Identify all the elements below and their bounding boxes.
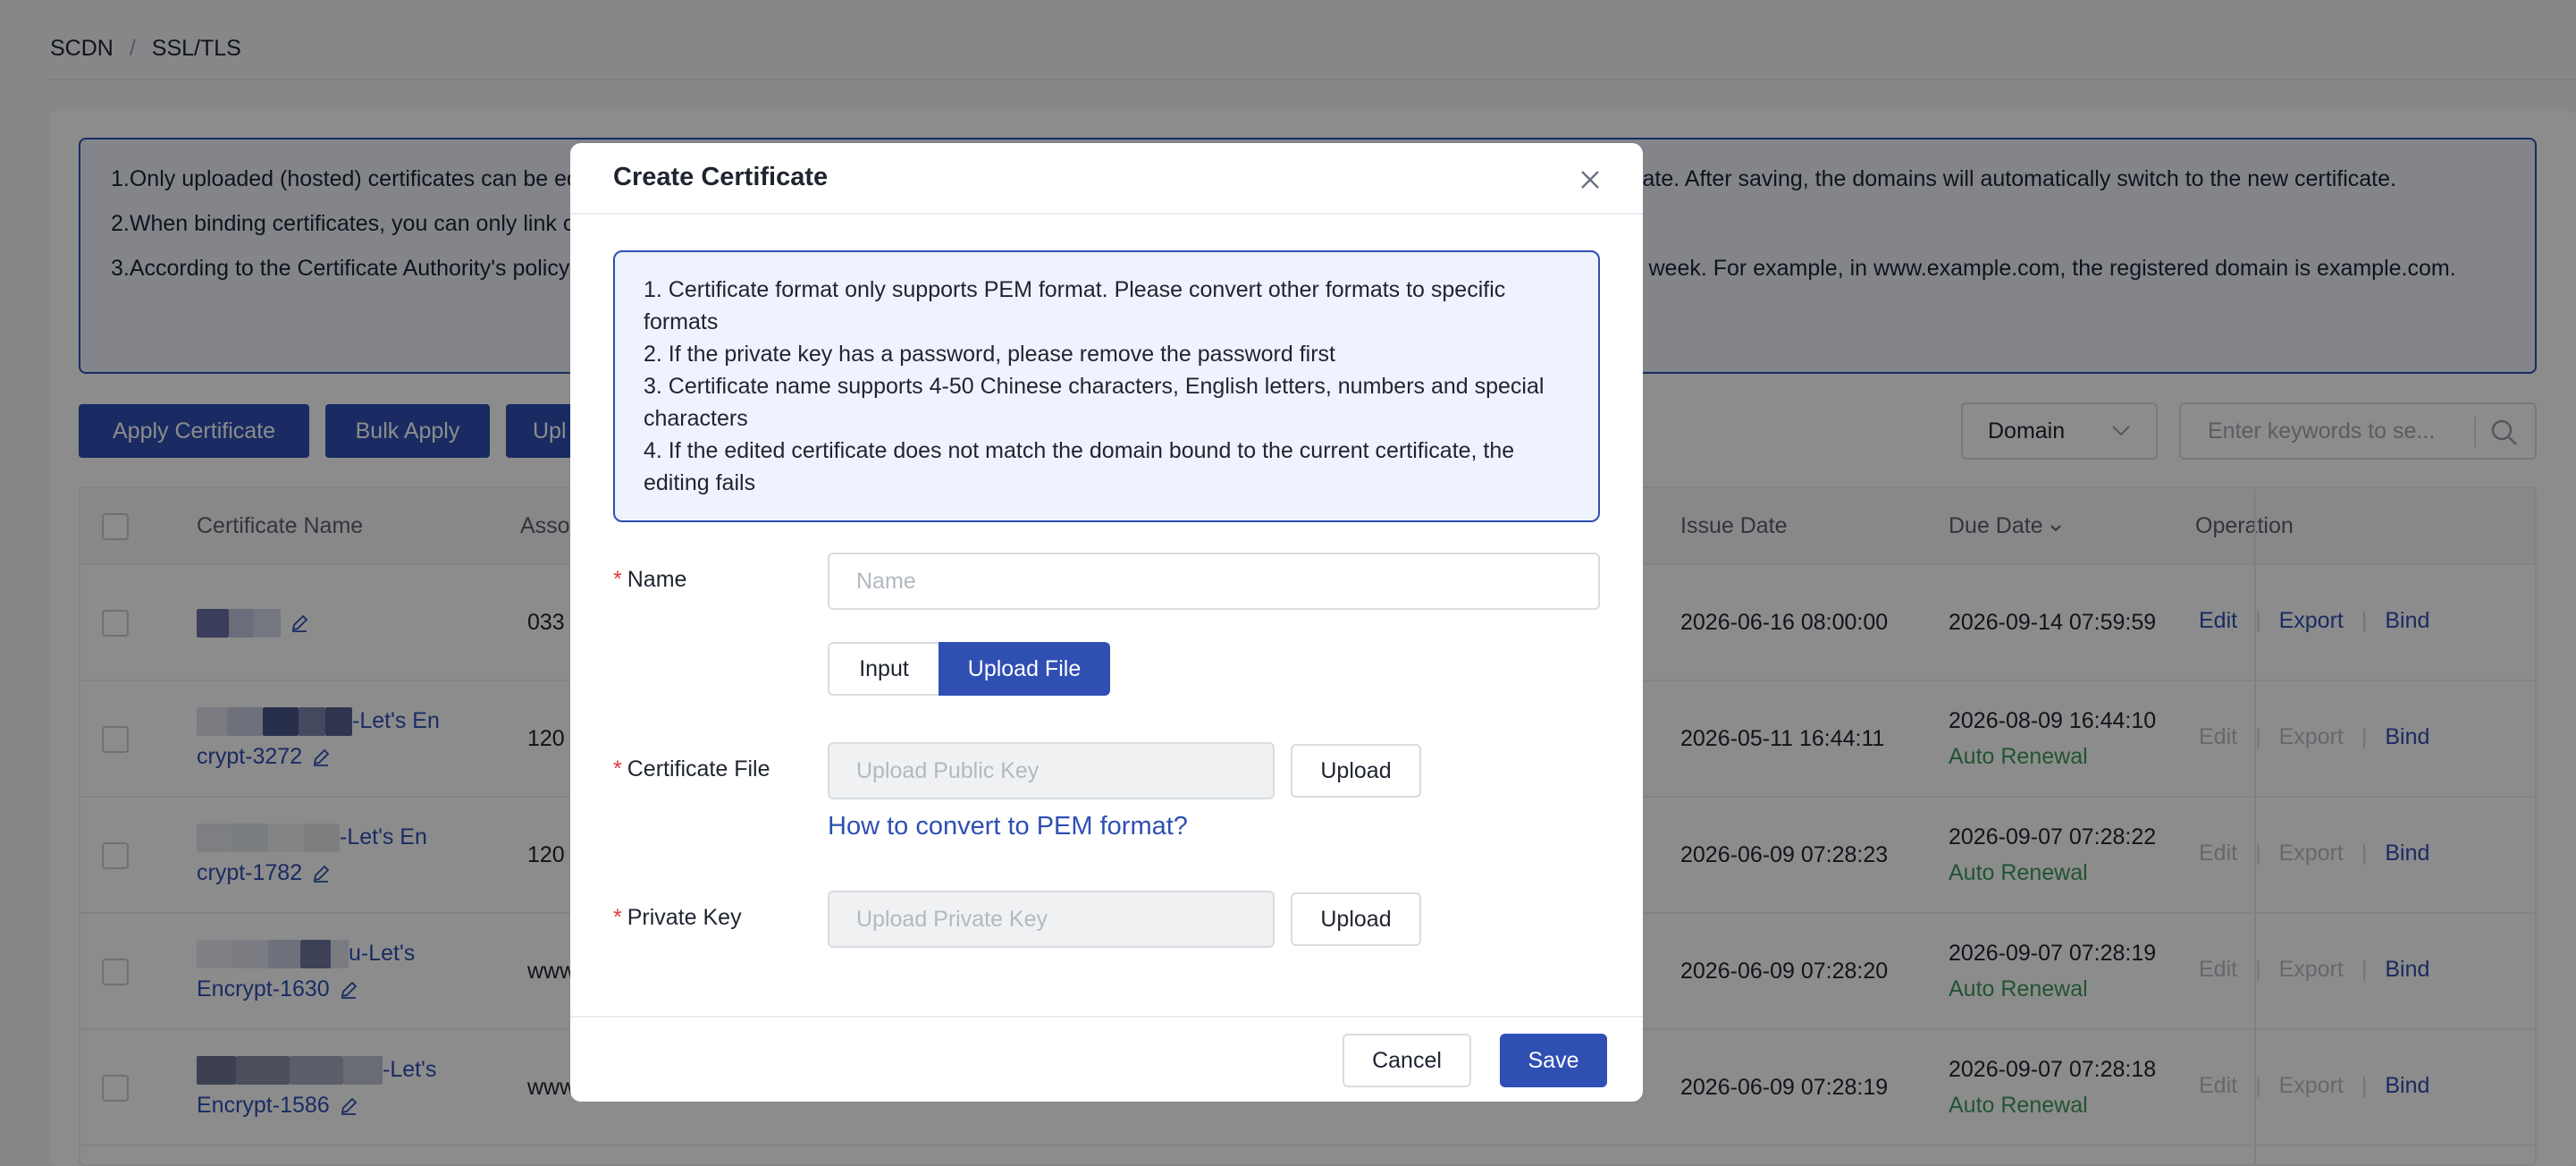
tip-line: 3. Certificate name supports 4-50 Chines… bbox=[644, 374, 1545, 431]
tip-line: 4. If the edited certificate does not ma… bbox=[644, 438, 1515, 495]
private-key-field: Upload Private Key bbox=[828, 891, 1275, 948]
private-key-placeholder: Upload Private Key bbox=[856, 906, 1048, 932]
required-mark: * bbox=[613, 905, 622, 930]
pem-format-help-link[interactable]: How to convert to PEM format? bbox=[828, 812, 1188, 841]
close-icon[interactable] bbox=[1575, 165, 1605, 195]
certificate-file-label-text: Certificate File bbox=[627, 756, 770, 782]
public-key-placeholder: Upload Public Key bbox=[856, 757, 1040, 783]
create-certificate-dialog: Create Certificate 1. Certificate format… bbox=[570, 143, 1643, 1102]
name-label-text: Name bbox=[627, 567, 687, 592]
upload-file-mode-button[interactable]: Upload File bbox=[939, 642, 1110, 696]
dialog-header: Create Certificate bbox=[570, 143, 1643, 215]
save-button[interactable]: Save bbox=[1500, 1034, 1607, 1087]
private-key-label-text: Private Key bbox=[627, 905, 742, 930]
required-mark: * bbox=[613, 567, 622, 592]
name-input[interactable]: Name bbox=[828, 553, 1600, 610]
cancel-button[interactable]: Cancel bbox=[1343, 1034, 1471, 1087]
input-mode-toggle: Input Upload File bbox=[828, 642, 1110, 696]
tip-line: 1. Certificate format only supports PEM … bbox=[644, 277, 1506, 334]
private-key-label: * Private Key bbox=[613, 905, 742, 931]
input-mode-button[interactable]: Input bbox=[828, 642, 939, 696]
public-key-field: Upload Public Key bbox=[828, 742, 1275, 799]
tip-line: 2. If the private key has a password, pl… bbox=[644, 342, 1335, 367]
dialog-title: Create Certificate bbox=[613, 163, 829, 191]
dialog-footer-divider bbox=[570, 1016, 1643, 1018]
certificate-file-label: * Certificate File bbox=[613, 756, 770, 782]
required-mark: * bbox=[613, 756, 622, 782]
name-placeholder: Name bbox=[856, 568, 916, 594]
upload-private-key-button[interactable]: Upload bbox=[1291, 892, 1421, 946]
upload-public-key-button[interactable]: Upload bbox=[1291, 744, 1421, 798]
name-label: * Name bbox=[613, 567, 686, 593]
format-tips-panel: 1. Certificate format only supports PEM … bbox=[613, 250, 1600, 522]
